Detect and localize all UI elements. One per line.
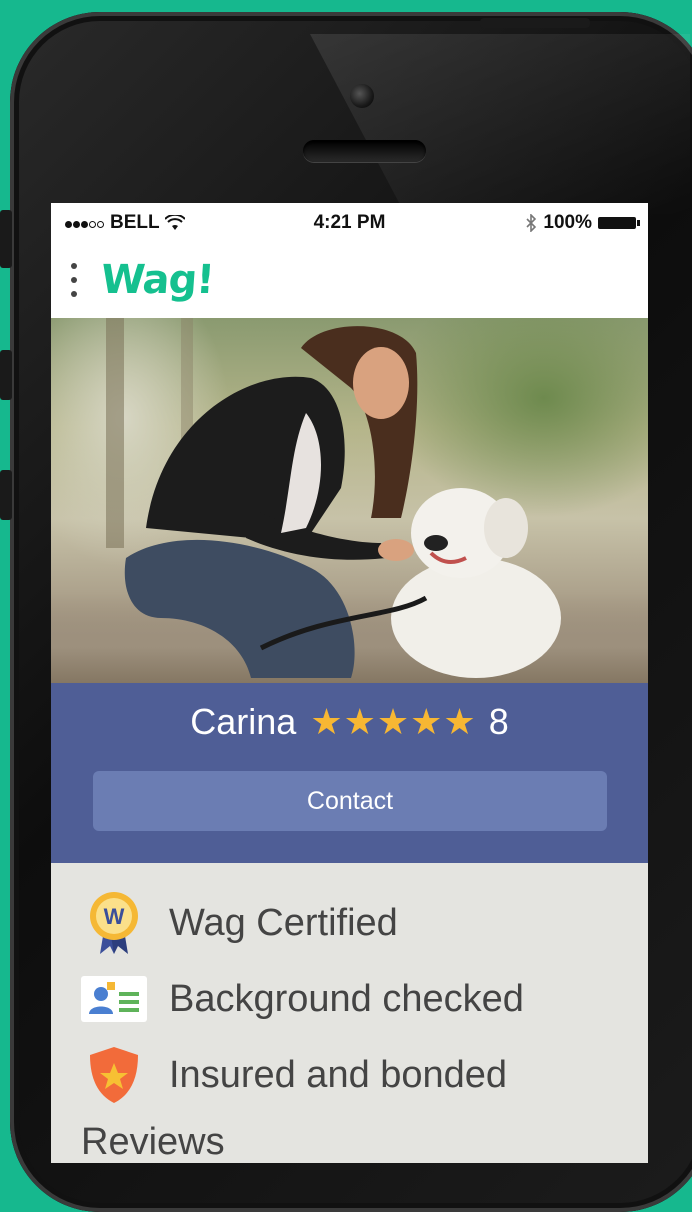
- reviews-heading: Reviews: [81, 1121, 225, 1163]
- rating-stars: ★★★★★: [310, 701, 477, 742]
- earpiece-speaker: [303, 140, 426, 162]
- volume-down-button: [0, 470, 12, 520]
- badge-background-checked: Background checked: [81, 961, 648, 1037]
- walker-name-row: Carina ★★★★★ 8: [51, 701, 648, 743]
- front-camera: [350, 84, 374, 108]
- walker-profile-band: Carina ★★★★★ 8 Contact: [51, 683, 648, 863]
- badge-wag-certified: W Wag Certified: [81, 885, 648, 961]
- badge-label: Wag Certified: [169, 901, 398, 944]
- rating-count: 8: [488, 701, 509, 742]
- volume-up-button: [0, 350, 12, 400]
- status-right: 100%: [525, 212, 640, 234]
- contact-button[interactable]: Contact: [93, 771, 607, 831]
- phone-screen: BELL 4:21 PM 100% Wag! Carina ★★★★★ 8 Co…: [51, 203, 648, 1163]
- badges-list: W Wag Certified Background checked Insur…: [51, 863, 648, 1163]
- power-button: [480, 18, 590, 28]
- app-bar: Wag!: [51, 241, 648, 318]
- battery-percent: 100%: [543, 212, 592, 233]
- mute-switch: [0, 210, 12, 268]
- walker-name: Carina: [190, 701, 297, 742]
- bluetooth-icon: [526, 214, 537, 232]
- kebab-menu-icon[interactable]: [71, 263, 79, 297]
- phone-glare: [310, 34, 690, 214]
- status-bar: BELL 4:21 PM 100%: [51, 203, 648, 241]
- background-check-id-icon: [81, 966, 147, 1032]
- badge-label: Insured and bonded: [169, 1053, 508, 1096]
- battery-icon: [598, 217, 640, 229]
- wag-logo: Wag!: [99, 257, 216, 303]
- svg-text:W: W: [104, 904, 125, 929]
- walker-photo: [51, 318, 648, 683]
- badge-label: Background checked: [169, 977, 524, 1020]
- woman-with-dog-illustration: [106, 318, 561, 678]
- badge-insured-bonded: Insured and bonded: [81, 1037, 648, 1113]
- wag-certified-ribbon-icon: W: [81, 890, 147, 956]
- shield-star-icon: [81, 1042, 147, 1108]
